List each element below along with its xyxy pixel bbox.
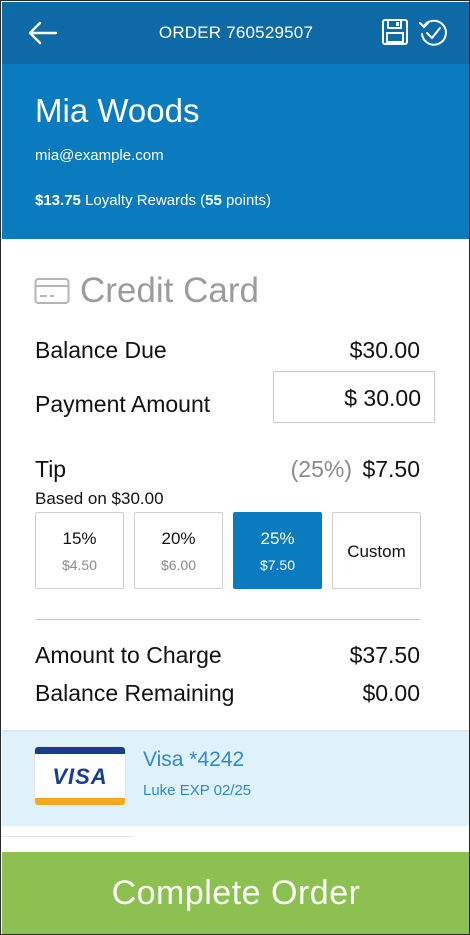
tip-option-amount: $4.50 [61, 557, 98, 573]
amount-to-charge-value: $37.50 [349, 642, 420, 668]
balance-remaining-value: $0.00 [362, 680, 420, 706]
tip-value: $7.50 [362, 456, 420, 482]
complete-order-button[interactable]: Complete Order [2, 852, 469, 934]
loyalty-rewards: $13.75 Loyalty Rewards (55 points) [35, 192, 271, 209]
save-icon[interactable] [381, 18, 409, 46]
tip-option-15[interactable]: 15% $4.50 [35, 512, 124, 589]
balance-due-label: Balance Due [35, 337, 167, 363]
visa-logo-icon: VISA [35, 747, 125, 805]
tip-option-custom[interactable]: Custom [332, 512, 421, 589]
app-frame: ORDER 760529507 Mia Woods mia@example.co… [0, 0, 470, 935]
payment-amount-label: Payment Amount [35, 391, 211, 417]
card-name: Visa *4242 [143, 748, 245, 771]
saved-card-row[interactable]: VISA Visa *4242 Luke EXP 02/25 [2, 730, 469, 826]
customer-name: Mia Woods [35, 92, 200, 129]
visa-logo-text: VISA [52, 764, 108, 789]
customer-email: mia@example.com [35, 147, 164, 164]
tip-option-percent: 15% [62, 529, 97, 548]
card-list-spacer [2, 826, 469, 852]
rewards-amount: $13.75 [35, 192, 81, 209]
tip-option-25[interactable]: 25% $7.50 [233, 512, 322, 589]
balance-due-value: $30.00 [349, 337, 420, 363]
rewards-text: Loyalty Rewards ( [80, 192, 206, 209]
tip-label: Tip [35, 456, 67, 482]
credit-card-icon [34, 278, 70, 304]
tip-option-amount: $7.50 [259, 557, 296, 573]
top-bar: ORDER 760529507 [2, 2, 469, 64]
amount-to-charge-label: Amount to Charge [35, 642, 222, 668]
separator-line [2, 836, 132, 837]
card-holder-expiry: Luke EXP 02/25 [143, 782, 252, 799]
tip-based-on: Based on $30.00 [35, 489, 164, 508]
customer-header: Mia Woods mia@example.com $13.75 Loyalty… [2, 64, 469, 239]
tip-option-percent: 25% [260, 529, 295, 548]
visa-band-top [35, 747, 125, 754]
tip-option-20[interactable]: 20% $6.00 [134, 512, 223, 589]
payment-amount-input[interactable]: $ 30.00 [273, 371, 435, 423]
history-icon[interactable] [418, 17, 449, 48]
tip-option-percent: Custom [347, 542, 406, 561]
divider [35, 619, 421, 620]
tip-option-amount: $6.00 [160, 557, 197, 573]
payment-method-label: Credit Card [80, 271, 259, 310]
tip-option-percent: 20% [161, 529, 196, 548]
balance-remaining-label: Balance Remaining [35, 680, 235, 706]
tip-percent: (25%) [290, 456, 352, 482]
rewards-text-end: points) [221, 192, 271, 209]
payment-method: Credit Card [34, 271, 259, 311]
rewards-points: 55 [205, 192, 222, 209]
visa-band-bottom [35, 798, 125, 805]
